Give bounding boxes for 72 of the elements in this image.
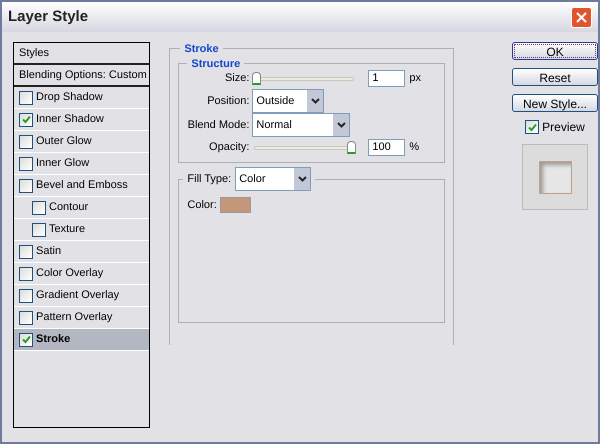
slider[interactable] [252, 140, 356, 154]
close-button[interactable] [571, 6, 592, 28]
checkbox[interactable] [19, 156, 33, 170]
unit-label: px [409, 70, 422, 86]
size-field[interactable]: 1 [368, 70, 406, 86]
style-label: Gradient Overlay [36, 288, 120, 304]
preview-square [538, 160, 572, 194]
checkbox[interactable] [32, 200, 46, 214]
opacity-field[interactable]: 100 [368, 138, 406, 156]
chevron-down-icon [307, 90, 324, 112]
chevron-down-icon [333, 114, 350, 136]
checkmark-icon [22, 335, 30, 344]
field-label: Position: [206, 94, 250, 109]
field-label: Blend Mode: [186, 118, 250, 133]
checkbox[interactable] [19, 112, 33, 126]
style-label: Blending Options: Custom [19, 68, 147, 83]
checkbox[interactable] [525, 120, 540, 134]
style-label: Inner Shadow [36, 112, 104, 128]
checkbox[interactable] [32, 222, 46, 236]
style-item[interactable]: Drop Shadow [14, 87, 150, 109]
unit-label: % [409, 140, 420, 155]
dialog-button[interactable]: New Style... [512, 94, 598, 112]
color-swatch[interactable] [220, 197, 251, 214]
checkmark-icon [22, 115, 30, 124]
checkmark-icon [528, 122, 537, 132]
slider[interactable] [252, 72, 356, 84]
style-label: Inner Glow [36, 156, 90, 172]
field-label: Color: [187, 198, 217, 213]
checkbox[interactable] [19, 266, 33, 280]
style-item[interactable]: Texture [14, 219, 150, 241]
style-item[interactable]: Inner Shadow [14, 109, 150, 131]
style-item[interactable]: Satin [14, 241, 150, 263]
dropdown[interactable]: Normal [252, 113, 350, 137]
field-label: Opacity: [208, 140, 250, 155]
style-item[interactable]: Stroke [14, 329, 150, 351]
checkbox[interactable] [19, 288, 33, 302]
checkbox[interactable] [19, 134, 33, 148]
style-label: Contour [49, 200, 88, 216]
field-label: Fill Type: [187, 172, 232, 187]
dialog-button[interactable]: OK [512, 42, 598, 60]
style-label: Satin [36, 244, 62, 260]
window-title: Layer Style [8, 6, 88, 27]
checkbox[interactable] [19, 90, 33, 104]
checkbox[interactable] [19, 310, 33, 324]
preview-label: Preview [542, 119, 585, 136]
list-header[interactable]: Blending Options: Custom [14, 65, 150, 87]
style-item[interactable]: Bevel and Emboss [14, 175, 150, 197]
slider-thumb[interactable] [252, 72, 262, 84]
style-label: Pattern Overlay [36, 310, 112, 326]
checkbox[interactable] [19, 244, 33, 258]
style-item[interactable]: Inner Glow [14, 153, 150, 175]
style-label: Texture [49, 222, 86, 238]
checkbox[interactable] [19, 332, 33, 346]
style-label: Drop Shadow [36, 90, 103, 106]
field-label: Size: [224, 70, 250, 86]
slider-thumb[interactable] [347, 140, 356, 154]
style-item[interactable]: Contour [14, 197, 150, 219]
close-icon [576, 12, 587, 22]
dropdown[interactable]: Outside [252, 89, 324, 113]
style-label: Outer Glow [36, 134, 92, 150]
style-label: Styles [19, 46, 49, 61]
chevron-down-icon [294, 168, 310, 190]
dialog-button[interactable]: Reset [512, 68, 598, 86]
style-label: Stroke [36, 332, 70, 348]
style-label: Bevel and Emboss [36, 178, 128, 194]
list-header[interactable]: Styles [14, 43, 150, 65]
checkbox[interactable] [19, 178, 33, 192]
style-item[interactable]: Gradient Overlay [14, 285, 150, 307]
style-item[interactable]: Outer Glow [14, 131, 150, 153]
style-item[interactable]: Color Overlay [14, 263, 150, 285]
style-label: Color Overlay [36, 266, 104, 282]
dropdown[interactable]: Color [235, 167, 312, 191]
